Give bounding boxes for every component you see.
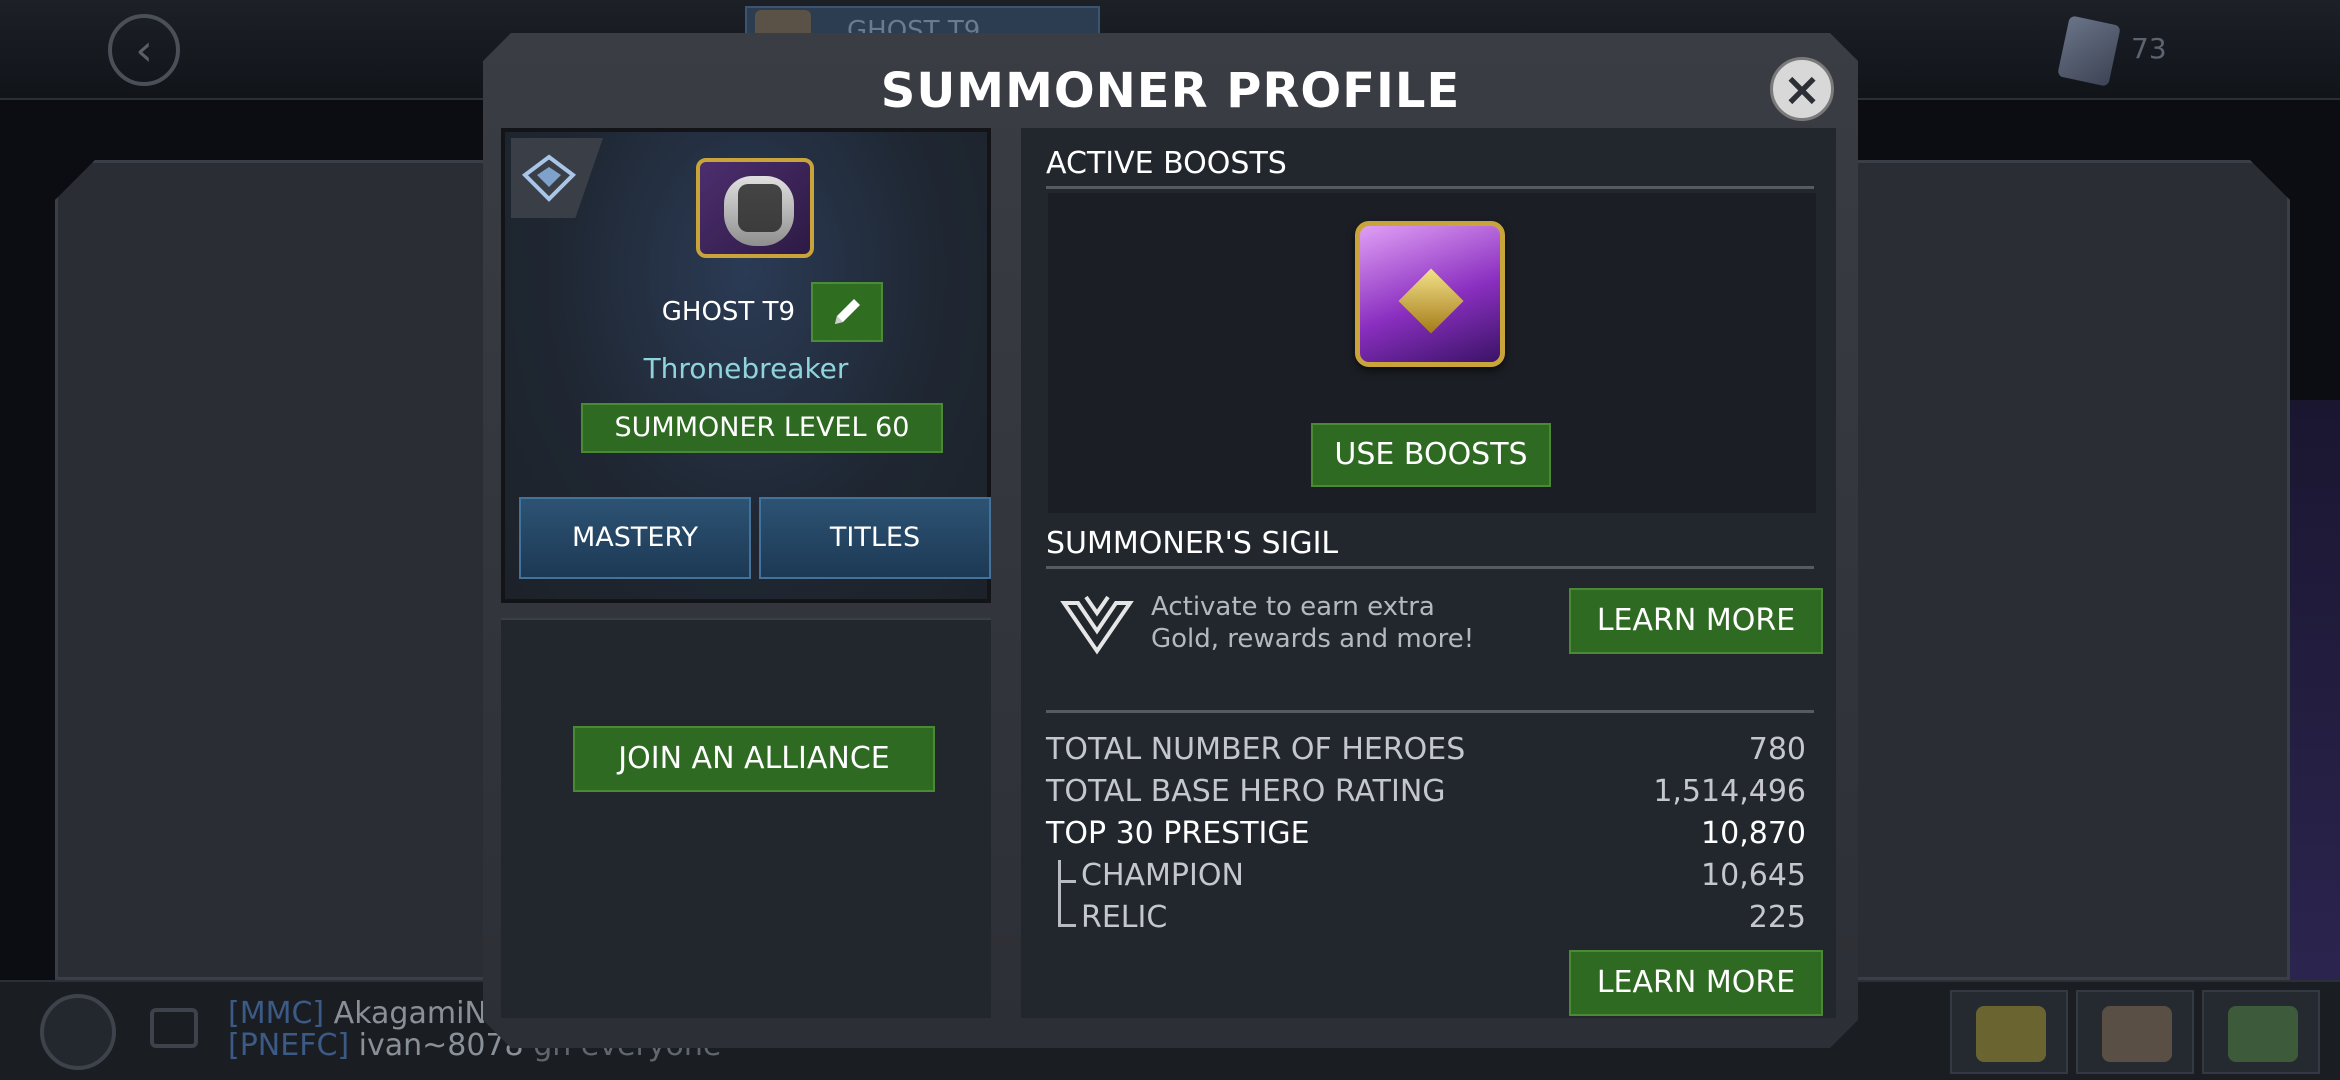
stat-row: TOTAL NUMBER OF HEROES 780 — [1046, 732, 1806, 772]
summoner-profile-modal: SUMMONER PROFILE × GHOST T9 Thronebreake… — [483, 33, 1858, 1048]
avatar-hand — [738, 184, 782, 232]
active-boosts-header: ACTIVE BOOSTS — [1046, 146, 1287, 181]
stat-label: TOP 30 PRESTIGE — [1046, 816, 1310, 851]
objectives-button[interactable] — [2076, 990, 2194, 1074]
sigil-learn-more-button[interactable]: LEARN MORE — [1569, 588, 1823, 654]
chat-line-1: [MMC] AkagamiNo — [228, 996, 505, 1031]
divider — [1046, 186, 1814, 189]
stat-value: 10,645 — [1701, 858, 1806, 893]
background-left-panel — [55, 160, 515, 980]
use-boosts-button[interactable]: USE BOOSTS — [1311, 423, 1551, 487]
stat-value: 10,870 — [1701, 816, 1806, 851]
cards-icon — [2057, 15, 2121, 87]
edit-name-button[interactable] — [811, 282, 883, 342]
stat-row: TOTAL BASE HERO RATING 1,514,496 — [1046, 774, 1806, 814]
stat-label: TOTAL BASE HERO RATING — [1046, 774, 1446, 809]
tab-titles[interactable]: TITLES — [759, 497, 991, 579]
cards-counter[interactable]: 73 — [2055, 14, 2167, 87]
stat-value: 780 — [1748, 732, 1806, 767]
boost-diamond-icon — [1398, 268, 1463, 333]
stat-row: RELIC 225 — [1046, 900, 1806, 940]
stat-row: CHAMPION 10,645 — [1046, 858, 1806, 898]
tab-mastery[interactable]: MASTERY — [519, 497, 751, 579]
chat-tag: [PNEFC] — [228, 1028, 350, 1063]
prestige-learn-more-button[interactable]: LEARN MORE — [1569, 950, 1823, 1016]
stat-label: CHAMPION — [1081, 858, 1244, 893]
pencil-icon — [827, 292, 867, 332]
close-icon[interactable]: × — [1770, 57, 1834, 121]
cards-count: 73 — [2131, 32, 2167, 65]
avatar[interactable] — [696, 158, 814, 258]
alliance-panel: JOIN AN ALLIANCE — [501, 618, 991, 1018]
background-edge-art — [2290, 400, 2340, 1000]
clipboard-icon — [2102, 1006, 2172, 1062]
boost-icon[interactable] — [1355, 221, 1505, 367]
rewards-button[interactable] — [2202, 990, 2320, 1074]
stat-value: 225 — [1748, 900, 1806, 935]
rank-badge-icon[interactable] — [511, 138, 603, 218]
sigil-icon — [1060, 593, 1134, 655]
stat-label: TOTAL NUMBER OF HEROES — [1046, 732, 1466, 767]
sigil-row: Activate to earn extra Gold, rewards and… — [1046, 583, 1814, 663]
join-alliance-button[interactable]: JOIN AN ALLIANCE — [573, 726, 935, 792]
profile-details-panel: ACTIVE BOOSTS USE BOOSTS SUMMONER'S SIGI… — [1021, 128, 1836, 1018]
stat-value: 1,514,496 — [1653, 774, 1806, 809]
chat-bubble-icon[interactable] — [150, 1008, 198, 1048]
profile-card: GHOST T9 Thronebreaker SUMMONER LEVEL 60… — [501, 128, 991, 603]
stat-row: TOP 30 PRESTIGE 10,870 — [1046, 816, 1806, 856]
modal-title: SUMMONER PROFILE — [880, 63, 1461, 119]
background-right-panel — [1830, 160, 2290, 980]
back-arrow-icon[interactable]: ‹ — [108, 14, 180, 86]
active-boosts-box: USE BOOSTS — [1048, 193, 1816, 513]
summoner-level-badge: SUMMONER LEVEL 60 — [581, 403, 943, 453]
quest-map-icon — [1976, 1006, 2046, 1062]
stat-label: RELIC — [1081, 900, 1168, 935]
summoners-sigil-header: SUMMONER'S SIGIL — [1046, 526, 1339, 561]
summoner-name: GHOST T9 — [661, 297, 795, 327]
quests-button[interactable] — [1950, 990, 2068, 1074]
checkmark-icon — [2228, 1006, 2298, 1062]
chat-name: AkagamiNo — [333, 996, 506, 1031]
divider — [1046, 710, 1814, 713]
summoner-title: Thronebreaker — [643, 352, 849, 385]
divider — [1046, 566, 1814, 569]
alliance-icon[interactable] — [40, 994, 116, 1070]
sigil-description: Activate to earn extra Gold, rewards and… — [1151, 592, 1475, 654]
chat-tag: [MMC] — [228, 996, 325, 1031]
